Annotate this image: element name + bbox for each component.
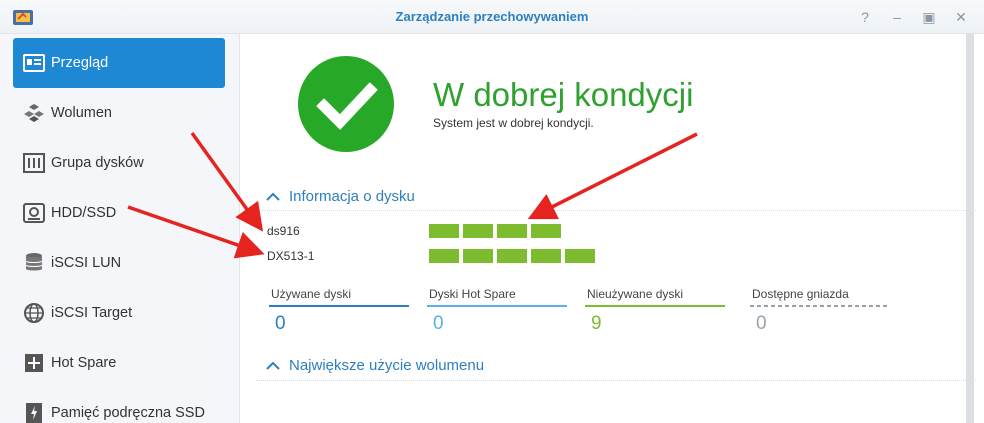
disk-slot[interactable]: [565, 249, 595, 263]
flash-card-icon: [23, 402, 45, 423]
disk-slot[interactable]: [497, 224, 527, 238]
sidebar-item-iscsi-target[interactable]: iSCSI Target: [13, 288, 225, 338]
device-disk-row: [429, 224, 561, 238]
stat-label: Używane dyski: [271, 287, 352, 301]
volume-usage-header: Największe użycie wolumenu: [289, 357, 485, 374]
disk-info-header: Informacja o dysku: [289, 188, 415, 205]
disk-slot[interactable]: [463, 249, 493, 263]
sidebar-item-label: Hot Spare: [51, 355, 117, 371]
hdd-icon: [23, 202, 45, 224]
device-name: ds916: [267, 224, 300, 238]
plus-box-icon: [23, 352, 45, 374]
sidebar-item-ssd-cache[interactable]: Pamięć podręczna SSD: [13, 388, 225, 423]
status-subtitle: System jest w dobrej kondycji.: [433, 116, 594, 130]
divider: [256, 380, 976, 381]
device-disk-row: [429, 249, 595, 263]
sidebar-item-label: Przegląd: [51, 55, 109, 71]
title-bar: Zarządzanie przechowywaniem ? – ▣ ✕: [0, 0, 984, 34]
vertical-scrollbar[interactable]: [966, 34, 974, 423]
sidebar-item-hot-spare[interactable]: Hot Spare: [13, 338, 225, 388]
stat-label: Dostępne gniazda: [752, 287, 849, 301]
stat-used-disks: Używane dyski 0: [269, 287, 409, 335]
disk-slot[interactable]: [531, 249, 561, 263]
sidebar-item-iscsi-lun[interactable]: iSCSI LUN: [13, 238, 225, 288]
sidebar-item-overview[interactable]: Przegląd: [13, 38, 225, 88]
stat-label: Dyski Hot Spare: [429, 287, 516, 301]
sidebar-item-label: iSCSI LUN: [51, 255, 122, 271]
sidebar-item-hdd-ssd[interactable]: HDD/SSD: [13, 188, 225, 238]
volume-usage-section-toggle[interactable]: Największe użycie wolumenu: [266, 357, 484, 374]
status-title: W dobrej kondycji: [433, 76, 694, 113]
window-title: Zarządzanie przechowywaniem: [395, 9, 589, 24]
chevron-up-icon: [266, 192, 280, 201]
stat-unused-disks: Nieużywane dyski 9: [585, 287, 725, 335]
disk-slot[interactable]: [429, 224, 459, 238]
globe-icon: [23, 302, 45, 324]
stat-value: 0: [275, 313, 286, 334]
stat-hot-spare-disks: Dyski Hot Spare 0: [427, 287, 567, 335]
disk-slot[interactable]: [429, 249, 459, 263]
disk-info-section-toggle[interactable]: Informacja o dysku: [266, 188, 415, 205]
sidebar-item-label: Wolumen: [51, 105, 112, 121]
database-icon: [23, 252, 45, 274]
stat-value: 0: [433, 313, 444, 334]
device-name: DX513-1: [267, 249, 315, 263]
minimize-button[interactable]: –: [888, 8, 906, 26]
overview-icon: [23, 52, 45, 74]
disk-slot[interactable]: [531, 224, 561, 238]
stat-value: 9: [591, 313, 602, 334]
disk-slot[interactable]: [463, 224, 493, 238]
maximize-button[interactable]: ▣: [920, 8, 938, 26]
disk-slot[interactable]: [497, 249, 527, 263]
close-button[interactable]: ✕: [952, 8, 970, 26]
divider: [256, 210, 976, 211]
stat-available-slots: Dostępne gniazda 0: [750, 287, 890, 335]
help-button[interactable]: ?: [856, 8, 874, 26]
main-panel: W dobrej kondycji System jest w dobrej k…: [241, 34, 984, 423]
stat-value: 0: [756, 313, 767, 334]
sidebar-item-label: iSCSI Target: [51, 305, 133, 321]
sidebar-item-volume[interactable]: Wolumen: [13, 88, 225, 138]
sidebar-item-disk-group[interactable]: Grupa dysków: [13, 138, 225, 188]
cubes-icon: [23, 102, 45, 124]
status-ok-badge: [298, 56, 394, 152]
chevron-up-icon: [266, 361, 280, 370]
disk-group-icon: [23, 152, 45, 174]
stat-label: Nieużywane dyski: [587, 287, 684, 301]
sidebar-item-label: Pamięć podręczna SSD: [51, 405, 205, 421]
checkmark-icon: [316, 82, 378, 130]
sidebar: Przegląd Wolumen Grupa dysków HDD/SSD iS…: [0, 34, 240, 423]
sidebar-item-label: HDD/SSD: [51, 205, 117, 221]
sidebar-item-label: Grupa dysków: [51, 155, 144, 171]
